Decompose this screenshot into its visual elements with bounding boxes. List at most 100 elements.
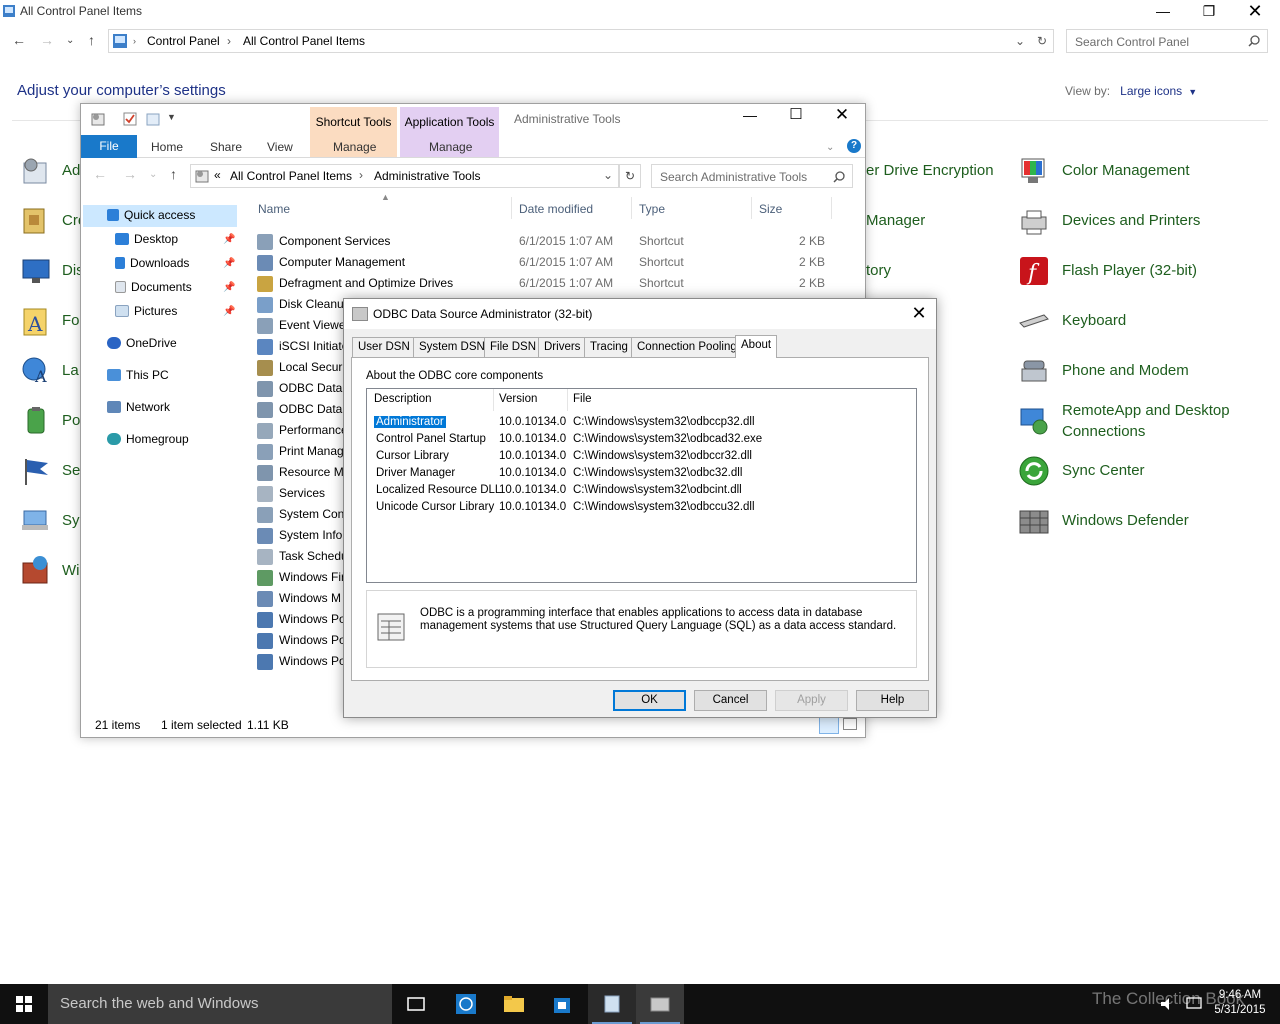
column-separator[interactable] xyxy=(751,197,752,219)
breadcrumb-administrative-tools[interactable]: Administrative Tools xyxy=(374,169,481,183)
file-row[interactable]: Component Services 6/1/2015 1:07 AM Shortc… xyxy=(257,231,857,252)
clock[interactable]: 9:46 AM 5/31/2015 xyxy=(1210,988,1270,1018)
column-type[interactable]: Type xyxy=(639,202,665,216)
cancel-button[interactable]: Cancel xyxy=(694,690,767,711)
cp-item-left-4[interactable]: La xyxy=(62,360,79,381)
column-file[interactable]: File xyxy=(573,393,592,405)
tab-view[interactable]: View xyxy=(267,140,293,154)
taskbar-search-input[interactable]: Search the web and Windows xyxy=(48,984,392,1024)
large-icons-view-icon[interactable] xyxy=(843,718,857,730)
remoteapp-icon[interactable] xyxy=(1018,405,1050,437)
tab-connection-pooling[interactable]: Connection Pooling xyxy=(631,337,743,357)
volume-icon[interactable] xyxy=(1160,997,1176,1011)
credential-manager-icon[interactable] xyxy=(20,205,52,237)
chevron-down-icon[interactable]: ▼ xyxy=(1188,87,1197,97)
back-arrow-icon[interactable]: ← xyxy=(12,32,26,48)
taskbar-browser[interactable] xyxy=(442,984,490,1024)
cp-item-keyboard[interactable]: Keyboard xyxy=(1062,310,1126,331)
quick-access-dropdown-icon[interactable]: ▼ xyxy=(167,112,176,122)
firewall-icon[interactable] xyxy=(20,555,52,587)
search-icon[interactable] xyxy=(1248,35,1260,47)
cp-item-partial-0[interactable]: er Drive Encryption xyxy=(866,160,994,181)
search-administrative-tools-input[interactable]: Search Administrative Tools xyxy=(651,164,853,188)
search-icon[interactable] xyxy=(833,171,845,183)
checkmark-icon[interactable] xyxy=(123,112,137,126)
tab-application-manage[interactable]: Manage xyxy=(429,140,472,154)
refresh-icon[interactable]: ↻ xyxy=(619,164,641,188)
task-view-button[interactable] xyxy=(392,984,440,1024)
search-control-panel-input[interactable]: Search Control Panel xyxy=(1066,29,1268,53)
nav-pictures[interactable]: Pictures xyxy=(115,301,177,321)
component-row[interactable]: Driver Manager 10.0.10134.0 C:\Windows\sys… xyxy=(367,466,916,483)
address-box[interactable]: « All Control Panel Items › Administrati… xyxy=(190,164,619,188)
language-icon[interactable]: A xyxy=(20,355,52,387)
column-separator[interactable] xyxy=(631,197,632,219)
admin-tools-icon[interactable] xyxy=(20,155,52,187)
column-size[interactable]: Size xyxy=(759,202,782,216)
cp-item-left-0[interactable]: Ad xyxy=(62,160,80,181)
address-box[interactable]: › Control Panel › All Control Panel Item… xyxy=(108,29,1054,53)
column-separator[interactable] xyxy=(567,389,568,411)
cp-item-sync-center[interactable]: Sync Center xyxy=(1062,460,1145,481)
nav-downloads[interactable]: Downloads xyxy=(115,253,189,273)
sync-center-icon[interactable] xyxy=(1018,455,1050,487)
devices-printers-icon[interactable] xyxy=(1018,205,1050,237)
component-row[interactable]: Cursor Library 10.0.10134.0 C:\Windows\sys… xyxy=(367,449,916,466)
tab-share[interactable]: Share xyxy=(210,140,242,154)
file-row[interactable]: Computer Management 6/1/2015 1:07 AM Short… xyxy=(257,252,857,273)
breadcrumb-overflow[interactable]: « xyxy=(214,168,221,182)
column-separator[interactable] xyxy=(831,197,832,219)
security-flag-icon[interactable] xyxy=(20,455,52,487)
minimize-button[interactable]: — xyxy=(727,104,773,128)
up-arrow-icon[interactable]: ↑ xyxy=(170,166,177,182)
pin-icon[interactable]: 📌 xyxy=(223,234,235,245)
recent-chevron-icon[interactable]: ⌄ xyxy=(149,169,157,180)
address-dropdown-icon[interactable]: ⌄ xyxy=(603,168,613,182)
pin-icon[interactable]: 📌 xyxy=(223,306,235,317)
taskbar-store[interactable] xyxy=(538,984,586,1024)
tab-drivers[interactable]: Drivers xyxy=(538,337,587,357)
column-separator[interactable] xyxy=(493,389,494,411)
fonts-icon[interactable]: A xyxy=(20,305,52,337)
tab-home[interactable]: Home xyxy=(151,140,183,154)
cp-item-remoteapp[interactable]: RemoteApp and Desktop Connections xyxy=(1062,400,1262,442)
details-view-icon[interactable] xyxy=(819,716,839,734)
minimize-button[interactable]: — xyxy=(1140,0,1186,24)
new-folder-icon[interactable] xyxy=(146,112,160,126)
file-row[interactable]: Defragment and Optimize Drives 6/1/2015 1… xyxy=(257,273,857,294)
help-button[interactable]: Help xyxy=(856,690,929,711)
forward-arrow-icon[interactable]: → xyxy=(123,166,137,182)
system-icon[interactable] xyxy=(20,505,52,537)
cp-item-left-3[interactable]: Fo xyxy=(62,310,80,331)
tab-tracing[interactable]: Tracing xyxy=(584,337,634,357)
address-dropdown-icon[interactable]: ⌄ xyxy=(1015,34,1025,48)
column-separator[interactable] xyxy=(511,197,512,219)
column-name[interactable]: Name xyxy=(258,202,290,216)
display-icon[interactable] xyxy=(20,255,52,287)
close-button[interactable]: ✕ xyxy=(1232,0,1278,24)
restore-button[interactable]: ❐ xyxy=(1186,0,1232,24)
cp-item-left-5[interactable]: Po xyxy=(62,410,80,431)
notification-icon[interactable] xyxy=(1186,997,1202,1011)
nav-homegroup[interactable]: Homegroup xyxy=(107,429,189,449)
apply-button[interactable]: Apply xyxy=(775,690,848,711)
cp-item-color-management[interactable]: Color Management xyxy=(1062,160,1190,181)
forward-arrow-icon[interactable]: → xyxy=(40,32,54,48)
component-row[interactable]: Administrator 10.0.10134.0 C:\Windows\syst… xyxy=(367,415,916,432)
breadcrumb-control-panel[interactable]: Control Panel xyxy=(147,34,220,48)
power-options-icon[interactable] xyxy=(20,405,52,437)
color-management-icon[interactable] xyxy=(1018,155,1050,187)
cp-item-partial-2[interactable]: tory xyxy=(866,260,891,281)
cp-item-phone-modem[interactable]: Phone and Modem xyxy=(1062,360,1189,381)
taskbar-file-explorer[interactable] xyxy=(490,984,538,1024)
maximize-button[interactable]: ☐ xyxy=(773,104,819,128)
tab-about[interactable]: About xyxy=(735,335,778,358)
pin-icon[interactable]: 📌 xyxy=(223,258,235,269)
nav-documents[interactable]: Documents xyxy=(115,277,192,297)
cp-item-flash-player[interactable]: Flash Player (32-bit) xyxy=(1062,260,1197,281)
component-row[interactable]: Localized Resource DLL 10.0.10134.0 C:\Win… xyxy=(367,483,916,500)
refresh-icon[interactable]: ↻ xyxy=(1037,34,1047,48)
breadcrumb-all-items[interactable]: All Control Panel Items xyxy=(230,169,352,183)
nav-network[interactable]: Network xyxy=(107,397,170,417)
tab-file[interactable]: File xyxy=(81,135,137,158)
